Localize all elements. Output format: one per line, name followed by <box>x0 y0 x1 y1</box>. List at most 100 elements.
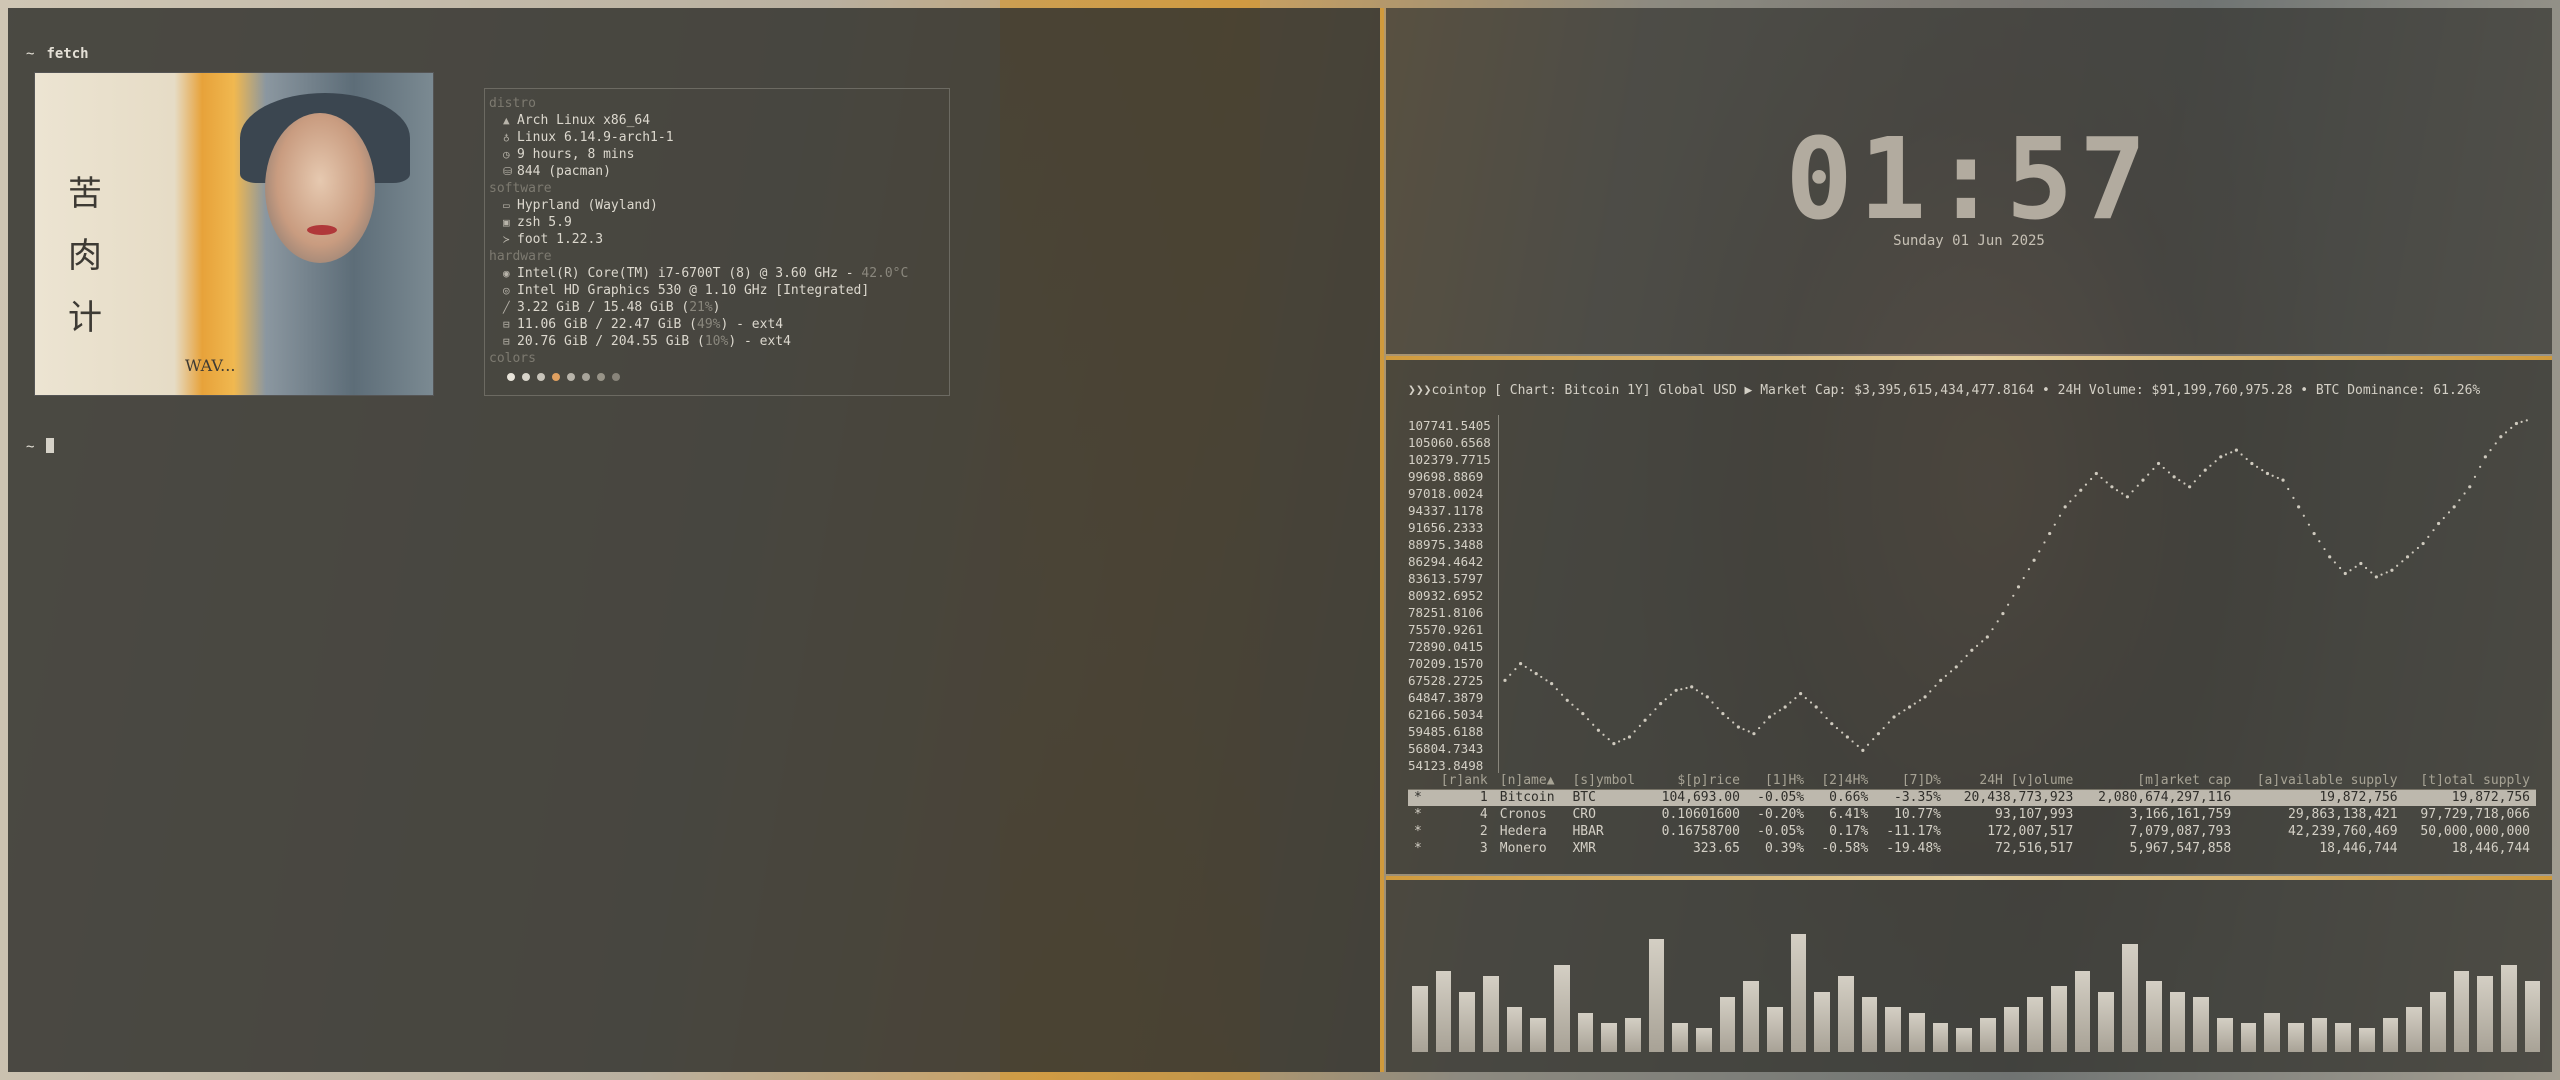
image-face <box>265 113 375 263</box>
chart-point <box>1804 697 1807 700</box>
table-row[interactable]: * 2 Hedera HBAR 0.16758700 -0.05% 0.17% -11.17%… <box>1408 823 2536 840</box>
visualizer-bar <box>1932 1023 1949 1052</box>
chart-point <box>2380 573 2383 576</box>
column-header[interactable]: $[p]rice <box>1647 772 1746 790</box>
column-header[interactable]: [7]D% <box>1874 772 1947 790</box>
table-row[interactable]: * 3 Monero XMR 323.65 0.39% -0.58% -19.48% 72,51… <box>1408 840 2536 857</box>
cell-d7: -11.17% <box>1886 824 1941 839</box>
visualizer-bar <box>2051 986 2067 1052</box>
color-dot <box>597 373 605 381</box>
visualizer-bar <box>2406 1007 2422 1052</box>
fetch-info-box: distro ▲ Arch Linux x86_64 ♁ Linux 6.14.9-… <box>484 88 950 396</box>
os-value: Arch Linux x86_64 <box>517 113 651 128</box>
chart-point <box>1695 689 1699 692</box>
fetch-logo-image: 苦 肉 计 WAV... <box>34 72 434 396</box>
chart-point <box>2094 471 2098 476</box>
y-tick-label: 67528.2725 <box>1408 673 1484 688</box>
chart-point <box>1923 695 1927 699</box>
table-row[interactable]: * 1 Bitcoin BTC 104,693.00 -0.05% 0.66% -3.35% 2… <box>1408 789 2536 806</box>
chart-point <box>2053 523 2056 526</box>
chart-point <box>1612 742 1616 746</box>
column-header[interactable]: [s]ymbol <box>1566 772 1648 790</box>
column-header[interactable]: [n]ame▲ <box>1493 772 1567 790</box>
text-cursor <box>46 438 55 453</box>
chart-point <box>1518 662 1523 666</box>
column-header[interactable]: [a]vailable supply <box>2237 772 2404 790</box>
cpu-icon: ◉ <box>503 267 510 280</box>
chart-point <box>2416 546 2420 550</box>
chart-point <box>2514 421 2519 426</box>
chart-point <box>2374 575 2378 579</box>
memory-icon: ╱ <box>503 301 510 314</box>
visualizer-bar <box>2453 970 2470 1052</box>
chart-point <box>2396 564 2399 567</box>
disk2-suffix: ) - ext4 <box>728 334 791 349</box>
chart-point <box>2343 571 2347 576</box>
bitcoin-price-chart <box>1498 415 2528 773</box>
chart-point <box>2167 471 2171 474</box>
cell-h24: 6.41% <box>1829 807 1869 822</box>
clock-date: Sunday 01 Jun 2025 <box>1893 233 2045 249</box>
chart-point <box>1680 688 1683 691</box>
column-header[interactable]: 24H [v]olume <box>1946 772 2080 790</box>
chart-point <box>2012 594 2015 597</box>
chart-point <box>2007 603 2010 606</box>
cpu-value: Intel(R) Core(TM) i7-6700T (8) @ 3.60 GH… <box>517 265 908 282</box>
chart-point <box>1529 669 1533 672</box>
visualizer-bar <box>2169 991 2186 1052</box>
chart-point <box>2156 461 2161 466</box>
color-dot <box>537 373 545 381</box>
column-header[interactable]: [1]H% <box>1745 772 1811 790</box>
column-header[interactable]: [2]4H% <box>1810 772 1875 790</box>
chart-point <box>2027 568 2030 571</box>
table-row[interactable]: * 4 Cronos CRO 0.10601600 -0.20% 6.41% 10.77% 93… <box>1408 806 2536 823</box>
visualizer-bar <box>1412 986 1428 1052</box>
chart-point <box>2058 514 2062 517</box>
chart-point <box>1799 692 1803 696</box>
chart-point <box>1763 721 1766 724</box>
visualizer-bar <box>2311 1017 2328 1052</box>
column-header[interactable]: [t]otal supply <box>2403 772 2536 790</box>
favorite-star: * <box>1414 807 1422 822</box>
visualizer-bar <box>2098 991 2115 1052</box>
chart-point <box>1960 660 1963 663</box>
chart-point <box>1716 706 1719 710</box>
chart-point <box>1571 703 1574 706</box>
column-header[interactable]: [r]ank <box>1429 772 1494 790</box>
cell-rank: 4 <box>1479 807 1488 822</box>
chart-point <box>2468 485 2472 489</box>
cell-vol: 93,107,993 <box>1995 807 2074 822</box>
chart-point <box>2084 483 2088 486</box>
chart-point <box>2452 505 2456 509</box>
terminal-input-line[interactable]: ~ <box>26 438 55 455</box>
clock-time: 01:57 <box>1785 115 2153 245</box>
chart-point <box>2483 455 2487 459</box>
packages-value: 844 (pacman) <box>517 164 611 179</box>
chart-point <box>1534 672 1538 676</box>
chart-point <box>2125 495 2129 499</box>
disk2-value: 20.76 GiB / 204.55 GiB (10%) - ext4 <box>517 333 791 350</box>
visualizer-bar <box>2264 1012 2280 1052</box>
cell-h1: -0.05% <box>1745 789 1811 806</box>
visualizer-bar <box>1743 981 1760 1052</box>
uptime-value: 9 hours, 8 mins <box>517 147 635 162</box>
color-dot <box>507 373 515 381</box>
chart-point <box>1654 708 1657 711</box>
chart-point <box>1892 715 1896 719</box>
chart-point <box>1726 716 1730 720</box>
column-header[interactable]: [m]arket cap <box>2079 772 2238 790</box>
chart-point <box>1981 640 1984 643</box>
chart-point <box>2333 561 2336 564</box>
section-hardware: hardware <box>489 249 552 264</box>
cell-total: 97,729,718,066 <box>2420 807 2530 822</box>
chart-point <box>1607 738 1610 741</box>
cell-h24: 0.17% <box>1829 824 1869 839</box>
image-lips <box>307 225 337 235</box>
cell-price: 104,693.00 <box>1647 789 1746 806</box>
cell-d7: -19.48% <box>1886 841 1941 856</box>
chart-point <box>2105 481 2108 484</box>
visualizer-bar <box>2335 1023 2351 1052</box>
image-calligraphy: 苦 肉 计 <box>68 174 102 338</box>
clock-icon: ◷ <box>503 148 510 161</box>
wm-value: Hyprland (Wayland) <box>517 198 658 213</box>
